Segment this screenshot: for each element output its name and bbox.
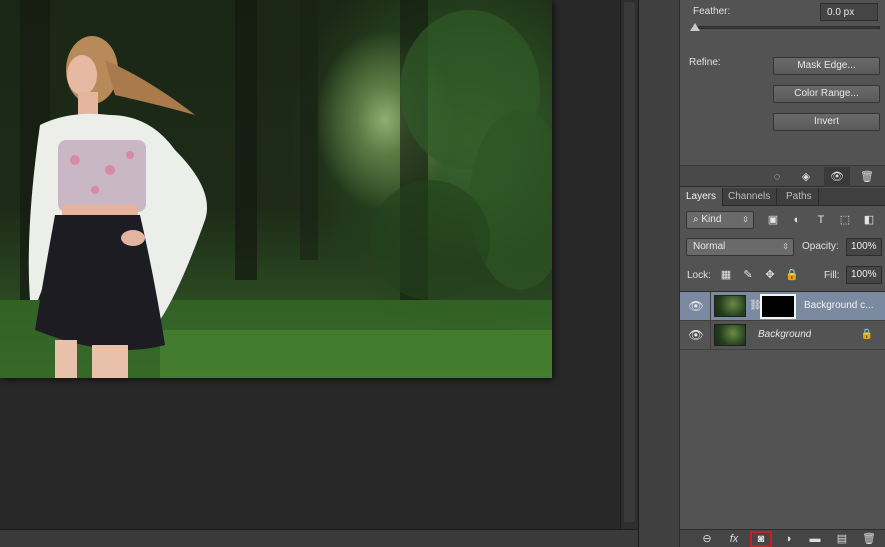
visibility-eye-icon[interactable]: 👁	[688, 299, 704, 313]
pixel-filter-icon[interactable]: ▣	[765, 212, 781, 228]
disable-mask-eye-icon[interactable]: 👁	[824, 167, 850, 187]
properties-panel: Feather: 0.0 px Refine: Mask Edge... Col…	[680, 0, 885, 165]
group-icon[interactable]: ▬	[807, 532, 823, 546]
layer-mask-thumbnail[interactable]	[760, 294, 796, 319]
blend-mode-value: Normal	[693, 241, 726, 252]
new-layer-icon[interactable]: ▤	[834, 532, 850, 546]
filter-kind-dropdown[interactable]: ⌕ Kind ⇳	[686, 211, 754, 229]
feather-input[interactable]: 0.0 px	[820, 3, 878, 21]
right-panels: Feather: 0.0 px Refine: Mask Edge... Col…	[680, 0, 885, 547]
type-filter-icon[interactable]: T	[813, 212, 829, 228]
panel-dock-gutter	[638, 0, 680, 547]
layer-row-background[interactable]: 👁 Background 🔒	[680, 321, 885, 350]
opacity-label: Opacity:	[802, 241, 839, 252]
fill-input[interactable]: 100%	[846, 266, 882, 284]
fx-icon[interactable]: fx	[726, 532, 742, 546]
visibility-eye-icon[interactable]: 👁	[688, 328, 704, 342]
add-mask-icon[interactable]: ◙	[753, 532, 769, 546]
layer-name[interactable]: Background	[758, 329, 811, 340]
tab-channels[interactable]: Channels	[722, 188, 778, 206]
refine-label: Refine:	[689, 57, 721, 68]
delete-mask-icon[interactable]: 🗑	[859, 169, 875, 185]
eye-column-divider	[710, 292, 711, 321]
search-icon: ⌕	[693, 214, 699, 225]
lock-transparent-icon[interactable]: ▦	[719, 268, 733, 282]
feather-slider-track[interactable]	[692, 26, 880, 29]
layers-bottom-toolbar: ⊖ fx ◙ ◑ ▬ ▤ 🗑	[680, 529, 885, 547]
adjustment-filter-icon[interactable]: ◐	[789, 212, 805, 228]
layer-name[interactable]: Background c...	[804, 300, 882, 311]
shape-filter-icon[interactable]: ⬚	[837, 212, 853, 228]
color-range-button[interactable]: Color Range...	[773, 85, 880, 103]
layers-panel-tabs: Layers Channels Paths	[680, 188, 885, 206]
lock-position-icon[interactable]: ✥	[763, 268, 777, 282]
invert-button[interactable]: Invert	[773, 113, 880, 131]
tab-layers[interactable]: Layers	[680, 188, 724, 206]
tab-paths[interactable]: Paths	[780, 188, 819, 206]
adjustment-layer-icon[interactable]: ◑	[780, 532, 796, 546]
canvas-vertical-scrollbar[interactable]	[620, 0, 638, 529]
eye-column-divider	[710, 321, 711, 350]
smart-object-filter-icon[interactable]: ◧	[861, 212, 877, 228]
scrollbar-thumb[interactable]	[624, 2, 635, 522]
feather-slider-thumb[interactable]	[690, 23, 700, 31]
fill-label: Fill:	[824, 270, 840, 281]
layer-lock-icon: 🔒	[860, 329, 873, 340]
selection-from-mask-icon[interactable]: ◌	[769, 169, 785, 185]
document-canvas[interactable]	[0, 0, 638, 529]
blend-mode-dropdown[interactable]: Normal ⇳	[686, 238, 794, 256]
link-layers-icon[interactable]: ⊖	[699, 532, 715, 546]
photo-scene	[0, 0, 552, 378]
layer-thumbnail[interactable]	[714, 324, 746, 346]
mask-edge-button[interactable]: Mask Edge...	[773, 57, 880, 75]
canvas-horizontal-scrollbar[interactable]	[0, 529, 638, 547]
filter-kind-value: Kind	[701, 214, 722, 225]
layer-row-background-copy[interactable]: 👁 ⛓ Background c...	[680, 292, 885, 321]
lock-image-icon[interactable]: ✎	[741, 268, 755, 282]
dropdown-arrows-icon: ⇳	[742, 215, 749, 224]
dropdown-arrows-icon: ⇳	[782, 242, 789, 251]
lock-label: Lock:	[687, 270, 711, 281]
opacity-input[interactable]: 100%	[846, 238, 882, 256]
feather-label: Feather:	[693, 6, 731, 17]
apply-mask-icon[interactable]: ◈	[798, 169, 814, 185]
photo-image[interactable]	[0, 0, 552, 378]
properties-toolbar: ◌ ◈ 👁 🗑	[680, 165, 885, 187]
layer-thumbnail[interactable]	[714, 295, 746, 317]
lock-all-icon[interactable]: 🔒	[785, 268, 799, 282]
delete-layer-icon[interactable]: 🗑	[861, 532, 877, 546]
layer-list: 👁 ⛓ Background c... 👁 Background 🔒	[680, 291, 885, 529]
